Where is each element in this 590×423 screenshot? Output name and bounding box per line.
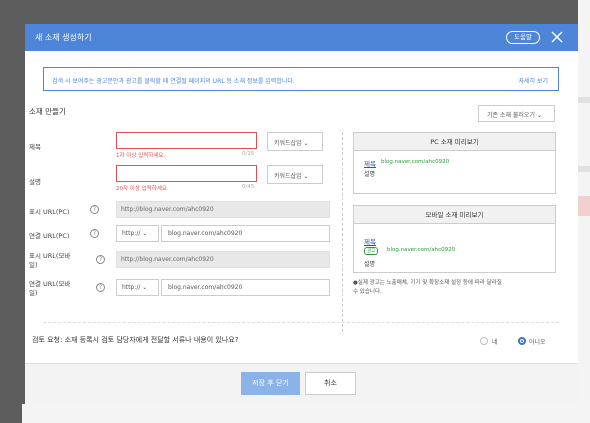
save-and-close-button[interactable]: 저장 후 닫기 bbox=[241, 372, 300, 395]
keyword-insert-button[interactable]: 키워드삽입 ⌄ bbox=[267, 132, 323, 151]
pc-preview-url: blog.naver.com/ahc0920 bbox=[381, 159, 450, 165]
mobile-preview-url: blog.naver.com/ahc0920 bbox=[387, 247, 456, 253]
divider bbox=[342, 132, 343, 332]
link-url-pc-label: 연결 URL(PC) bbox=[29, 232, 70, 240]
create-ad-modal: 새 소재 생성하기 도움말 검색 시 보여주는 광고문안과 광고를 클릭할 때 … bbox=[25, 24, 578, 404]
help-icon[interactable]: ? bbox=[96, 255, 105, 264]
title-counter: 0/15 bbox=[242, 151, 255, 157]
title-label: 제목 bbox=[29, 143, 41, 151]
modal-title: 새 소재 생성하기 bbox=[35, 33, 92, 42]
link-url-pc-input[interactable]: blog.naver.com/ahc0920 bbox=[161, 225, 330, 242]
display-url-pc-field: http://blog.naver.com/ahc0920 bbox=[116, 201, 330, 218]
label-line: 일) bbox=[29, 289, 38, 297]
learn-more-link[interactable]: 자세히 보기 bbox=[518, 76, 548, 85]
desc-input[interactable] bbox=[116, 165, 257, 182]
modal-header: 새 소재 생성하기 도움말 bbox=[25, 24, 578, 51]
protocol-dropdown[interactable]: http:// ⌄ bbox=[116, 225, 159, 242]
label-line: 표시 URL(모바 bbox=[29, 252, 71, 260]
mobile-preview-title: 제목 bbox=[364, 238, 376, 246]
divider bbox=[43, 322, 559, 323]
background-page-edge bbox=[578, 0, 590, 423]
pc-preview-header: PC 소재 미리보기 bbox=[354, 133, 555, 151]
note-line: ●실제 광고는 노출매체, 기기 및 확장소재 설정 등에 따라 달라질 bbox=[353, 280, 502, 286]
title-error: 1자 이상 입력하세요. bbox=[116, 153, 166, 159]
label-line: 연결 URL(모바 bbox=[29, 280, 71, 288]
background-page-bottom bbox=[22, 404, 578, 423]
desc-counter: 0/45 bbox=[242, 184, 255, 190]
background-bar bbox=[578, 97, 590, 103]
info-notice: 검색 시 보여주는 광고문안과 광고를 클릭할 때 연결될 페이지의 URL 등… bbox=[43, 67, 559, 91]
radio-no[interactable] bbox=[518, 337, 526, 345]
display-url-pc-label: 표시 URL(PC) bbox=[29, 208, 70, 216]
help-button[interactable]: 도움말 bbox=[506, 31, 540, 44]
background-bar bbox=[578, 166, 590, 172]
display-url-mobile-field: http://blog.naver.com/ahc0920 bbox=[116, 251, 330, 268]
ad-badge: 광고 bbox=[364, 247, 379, 255]
display-url-mobile-label: 표시 URL(모바 일) bbox=[29, 252, 70, 270]
radio-no-label[interactable]: 아니오 bbox=[529, 337, 546, 346]
title-input[interactable] bbox=[116, 132, 257, 149]
radio-yes-label[interactable]: 네 bbox=[492, 337, 498, 346]
pc-preview-desc: 설명 bbox=[364, 171, 376, 178]
background-bar bbox=[578, 196, 590, 216]
mobile-preview-header: 모바일 소재 미리보기 bbox=[354, 206, 555, 224]
preview-note: ●실제 광고는 노출매체, 기기 및 확장소재 설정 등에 따라 달라질 수 있… bbox=[353, 279, 558, 297]
radio-yes[interactable] bbox=[480, 337, 488, 345]
cancel-button[interactable]: 취소 bbox=[305, 372, 356, 395]
label-line: 일) bbox=[29, 261, 38, 269]
modal-footer: 저장 후 닫기 취소 bbox=[25, 363, 578, 404]
help-icon[interactable]: ? bbox=[90, 205, 99, 214]
mobile-preview-box: 모바일 소재 미리보기 제목 광고 blog.naver.com/ahc0920… bbox=[353, 205, 556, 273]
desc-label: 설명 bbox=[29, 178, 41, 186]
link-url-mobile-label: 연결 URL(모바 일) bbox=[29, 280, 70, 298]
mobile-preview-desc: 설명 bbox=[364, 261, 376, 268]
close-icon[interactable] bbox=[549, 29, 565, 45]
section-title: 소재 만들기 bbox=[29, 107, 66, 116]
protocol-dropdown[interactable]: http:// ⌄ bbox=[116, 279, 159, 296]
keyword-insert-button[interactable]: 키워드삽입 ⌄ bbox=[267, 165, 323, 184]
load-existing-dropdown[interactable]: 기존 소재 불러오기 ⌄ bbox=[478, 105, 555, 122]
help-icon[interactable]: ? bbox=[90, 229, 99, 238]
pc-preview-box: PC 소재 미리보기 제목 blog.naver.com/ahc0920 설명 bbox=[353, 132, 556, 194]
note-line: 수 있습니다. bbox=[353, 289, 382, 295]
desc-error: 20자 이상 입력하세요. bbox=[116, 186, 169, 192]
help-icon[interactable]: ? bbox=[96, 283, 105, 292]
review-question: 검토 요청: 소재 등록시 검토 담당자에게 전달할 서류나 내용이 있나요? bbox=[32, 336, 239, 344]
link-url-mobile-input[interactable]: blog.naver.com/ahc0920 bbox=[161, 279, 330, 296]
pc-preview-title: 제목 bbox=[364, 160, 376, 168]
notice-text: 검색 시 보여주는 광고문안과 광고를 클릭할 때 연결될 페이지의 URL 등… bbox=[52, 78, 295, 85]
